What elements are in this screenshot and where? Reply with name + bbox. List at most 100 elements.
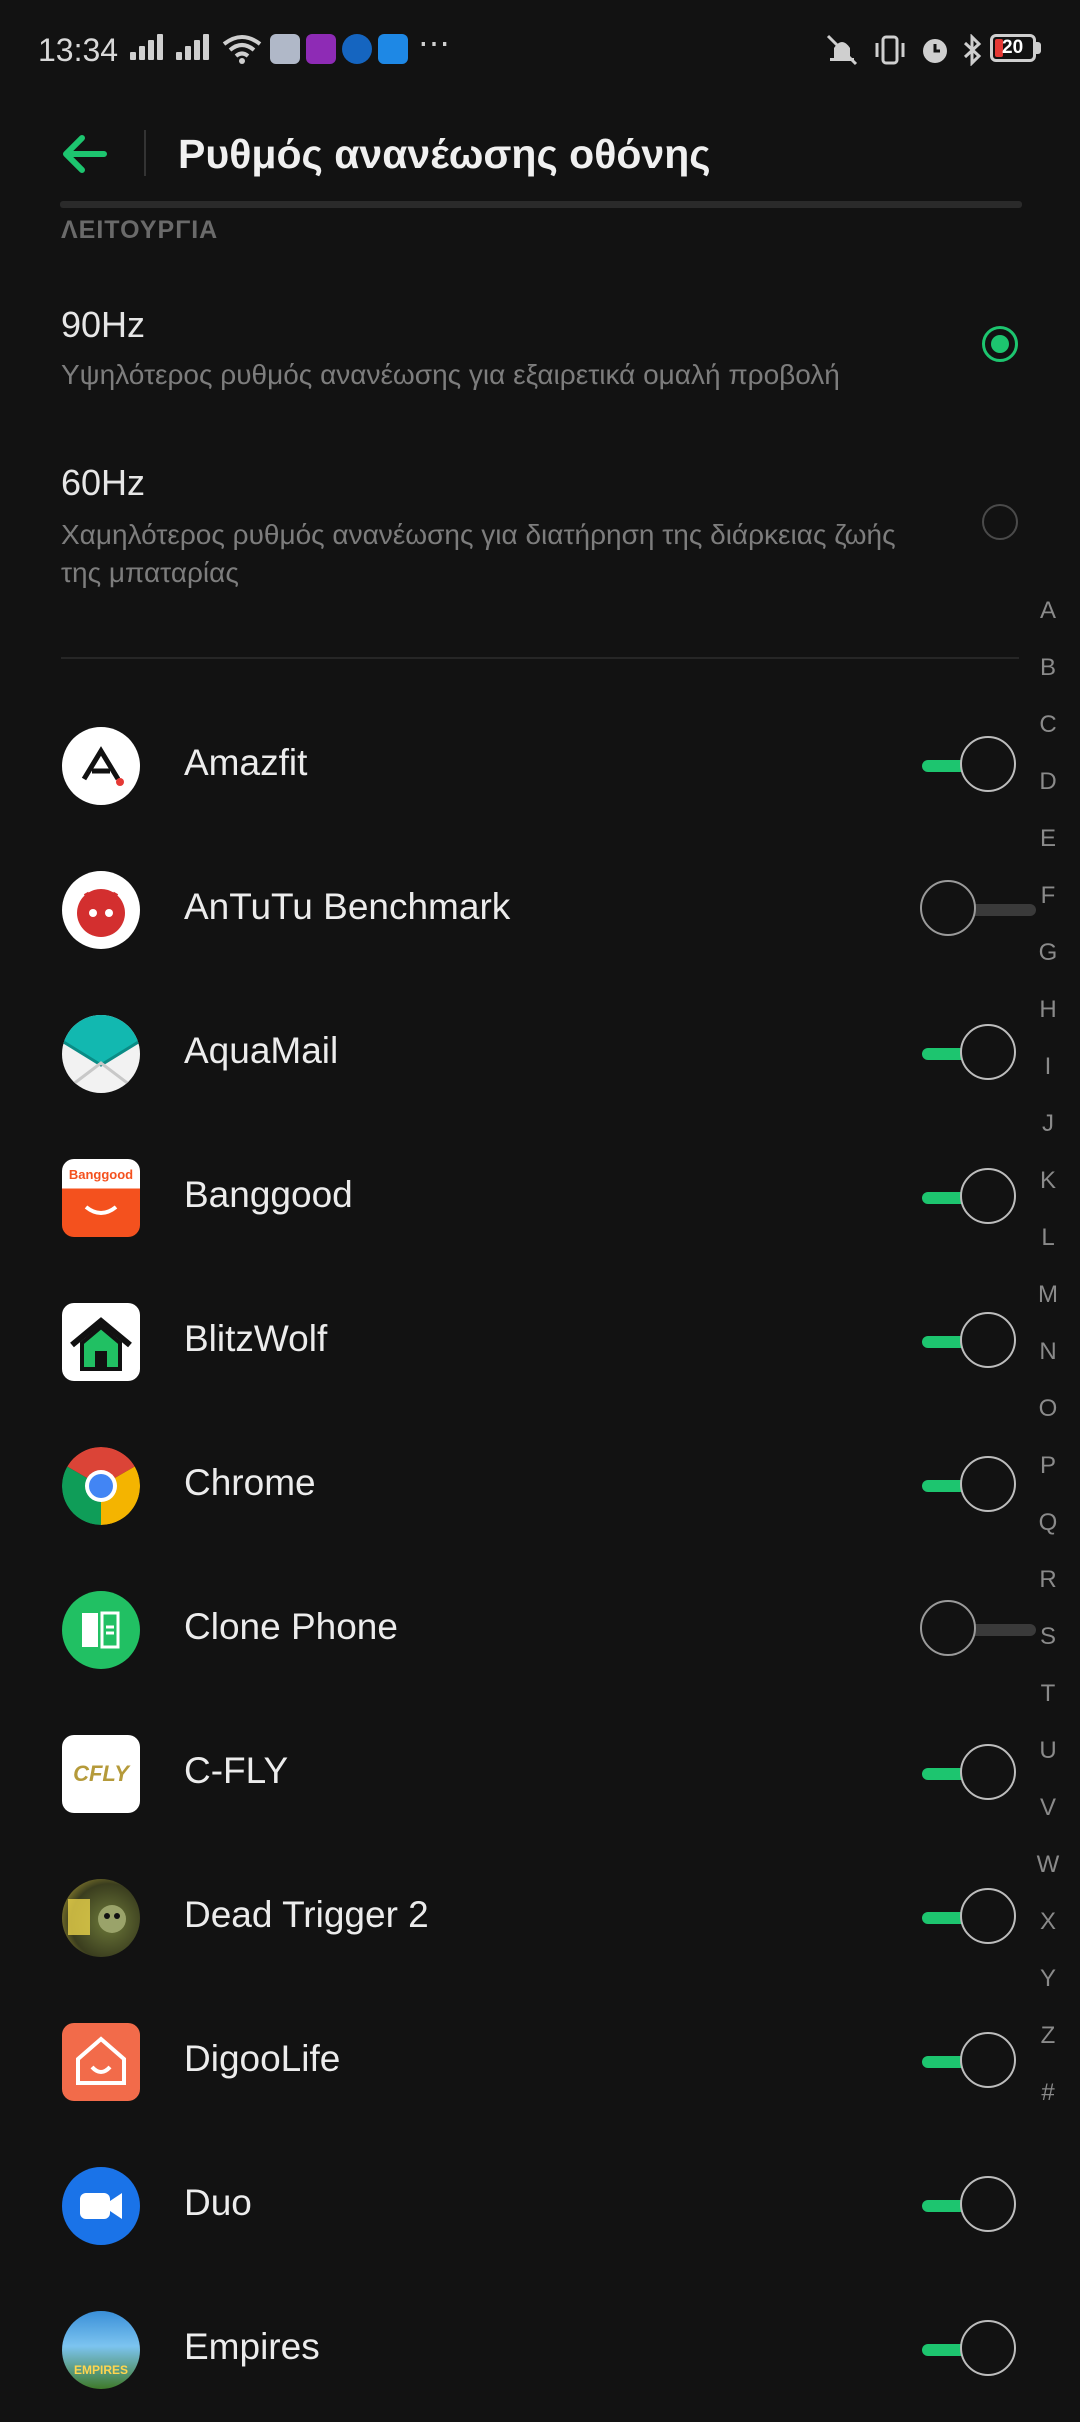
bluetooth-app-icon <box>378 34 408 64</box>
app-name: C-FLY <box>184 1750 289 1791</box>
radio-button-selected[interactable] <box>982 326 1018 362</box>
app-row-amazfit[interactable]: Amazfit <box>0 694 1020 838</box>
index-letter[interactable]: H <box>1030 996 1066 1053</box>
banggood-icon: Banggood <box>62 1159 140 1237</box>
blitzwolf-icon <box>62 1303 140 1381</box>
app-row-c-fly[interactable]: CFLY C-FLY <box>0 1702 1020 1846</box>
toggle-switch[interactable] <box>920 2176 1020 2236</box>
index-letter[interactable]: P <box>1030 1452 1066 1509</box>
toggle-switch[interactable] <box>920 1600 1036 1660</box>
index-letter[interactable]: M <box>1030 1281 1066 1338</box>
c-fly-icon: CFLY <box>62 1735 140 1813</box>
app-name: DigooLife <box>184 2038 341 2079</box>
app-row-chrome[interactable]: Chrome <box>0 1414 1020 1558</box>
app-row-clone-phone[interactable]: Clone Phone <box>0 1558 1036 1702</box>
index-letter[interactable]: R <box>1030 1566 1066 1623</box>
toggle-switch[interactable] <box>920 736 1020 796</box>
app-name: AnTuTu Benchmark <box>184 886 511 927</box>
battery-level: 20 <box>1002 37 1024 58</box>
toggle-switch[interactable] <box>920 2032 1020 2092</box>
index-letter[interactable]: W <box>1030 1851 1066 1908</box>
bluetooth-icon <box>963 34 982 66</box>
digoolife-icon <box>62 2023 140 2101</box>
status-time: 13:34 <box>38 32 119 68</box>
index-letter[interactable]: D <box>1030 768 1066 825</box>
index-letter[interactable]: G <box>1030 939 1066 996</box>
app-name: Dead Trigger 2 <box>184 1894 429 1935</box>
app-row-aquamail[interactable]: AquaMail <box>0 982 1020 1126</box>
index-letter[interactable]: T <box>1030 1680 1066 1737</box>
app-name: Banggood <box>184 1174 353 1215</box>
app-row-blitzwolf[interactable]: BlitzWolf <box>0 1270 1020 1414</box>
option-title: 90Hz <box>61 304 146 345</box>
duo-icon <box>62 2167 140 2245</box>
toggle-switch[interactable] <box>920 1168 1020 1228</box>
toggle-switch[interactable] <box>920 1744 1020 1804</box>
app-name: Clone Phone <box>184 1606 398 1647</box>
section-label: ΛΕΙΤΟΥΡΓΙΑ <box>61 216 219 244</box>
index-letter[interactable]: L <box>1030 1224 1066 1281</box>
aquamail-icon <box>62 1015 140 1093</box>
amazfit-icon <box>62 727 140 805</box>
index-letter[interactable]: E <box>1030 825 1066 882</box>
page-title: Ρυθμός ανανέωσης οθόνης <box>178 131 711 177</box>
index-letter[interactable]: S <box>1030 1623 1066 1680</box>
wifi-icon <box>222 35 262 64</box>
app-row-duo[interactable]: Duo <box>0 2134 1020 2278</box>
app-name: AquaMail <box>184 1030 339 1071</box>
alarm-icon <box>923 39 947 63</box>
alphabet-index[interactable]: A B C D E F G H I J K L M N O P Q R S T … <box>1030 597 1066 2136</box>
radio-button[interactable] <box>982 504 1018 540</box>
index-letter[interactable]: Q <box>1030 1509 1066 1566</box>
index-letter[interactable]: X <box>1030 1908 1066 1965</box>
app-name: Empires <box>184 2326 320 2367</box>
battery-icon: 20 <box>990 34 1036 62</box>
toggle-switch[interactable] <box>920 2320 1020 2380</box>
index-letter[interactable]: O <box>1030 1395 1066 1452</box>
app-row-empires[interactable]: EMPIRES Empires <box>0 2278 1020 2422</box>
toggle-switch[interactable] <box>920 1888 1020 1948</box>
antutu-icon <box>62 871 140 949</box>
chrome-icon <box>62 1447 140 1525</box>
toolbar: Ρυθμός ανανέωσης οθόνης <box>0 104 1080 204</box>
clone-phone-icon <box>62 1591 140 1669</box>
option-title: 60Hz <box>61 462 146 503</box>
refresh-option-90hz[interactable]: 90Hz Υψηλότερος ρυθμός ανανέωσης για εξα… <box>0 280 1080 430</box>
index-letter[interactable]: V <box>1030 1794 1066 1851</box>
toggle-switch[interactable] <box>920 1456 1020 1516</box>
index-letter[interactable]: Y <box>1030 1965 1066 2022</box>
app-row-banggood[interactable]: Banggood Banggood <box>0 1126 1020 1270</box>
app-row-antutu-benchmark[interactable]: AnTuTu Benchmark <box>0 838 1036 982</box>
index-letter[interactable]: F <box>1030 882 1066 939</box>
app-row-digoolife[interactable]: DigooLife <box>0 1990 1020 2134</box>
toggle-switch[interactable] <box>920 1024 1020 1084</box>
index-letter[interactable]: A <box>1030 597 1066 654</box>
stack-app-icon <box>270 34 300 64</box>
header-divider <box>60 201 1022 208</box>
index-letter[interactable]: # <box>1030 2079 1066 2136</box>
app-row-dead-trigger-2[interactable]: Dead Trigger 2 <box>0 1846 1020 1990</box>
index-letter[interactable]: Z <box>1030 2022 1066 2079</box>
app-name: Duo <box>184 2182 252 2223</box>
empires-icon: EMPIRES <box>62 2311 140 2389</box>
toggle-switch[interactable] <box>920 1312 1020 1372</box>
index-letter[interactable]: C <box>1030 711 1066 768</box>
option-description: Υψηλότερος ρυθμός ανανέωσης για εξαιρετι… <box>61 359 840 390</box>
app-name: BlitzWolf <box>184 1318 328 1359</box>
toggle-switch[interactable] <box>920 880 1036 940</box>
index-letter[interactable]: B <box>1030 654 1066 711</box>
app-name: Amazfit <box>184 742 308 783</box>
dead-trigger-icon <box>62 1879 140 1957</box>
back-arrow-icon[interactable] <box>58 122 122 186</box>
index-letter[interactable]: N <box>1030 1338 1066 1395</box>
refresh-option-60hz[interactable]: 60Hz Χαμηλότερος ρυθμός ανανέωσης για δι… <box>0 440 1080 630</box>
index-letter[interactable]: U <box>1030 1737 1066 1794</box>
more-dots-icon: ⋯ <box>418 25 450 61</box>
toolbar-divider <box>144 130 146 176</box>
status-bar: 13:34 ⋯ 20 <box>0 0 1080 104</box>
mute-icon <box>826 34 858 66</box>
index-letter[interactable]: K <box>1030 1167 1066 1224</box>
paypal-icon <box>342 34 372 64</box>
index-letter[interactable]: J <box>1030 1110 1066 1167</box>
index-letter[interactable]: I <box>1030 1053 1066 1110</box>
